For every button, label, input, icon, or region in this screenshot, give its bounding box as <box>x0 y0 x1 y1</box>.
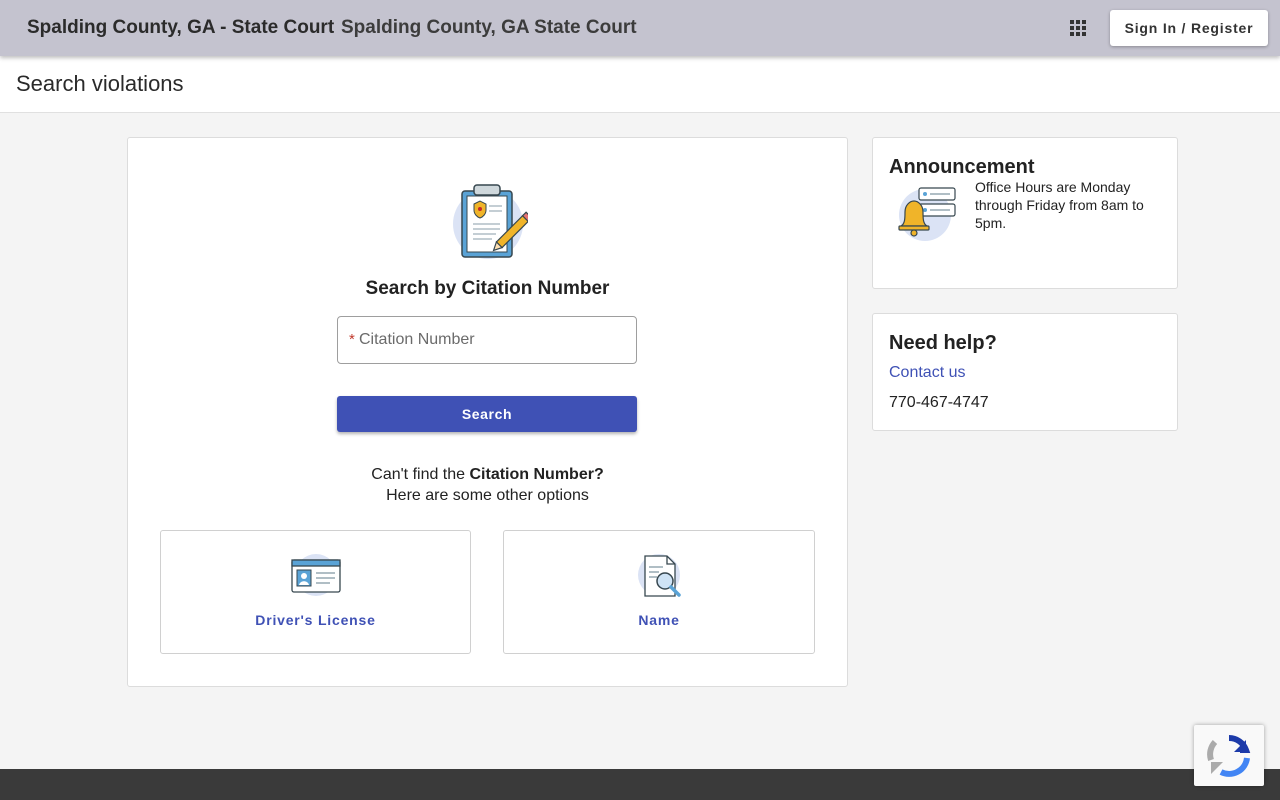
citation-number-field[interactable]: * <box>337 316 637 364</box>
agency-name: Spalding County, GA - State Court <box>27 17 335 38</box>
need-help-card: Need help? Contact us 770-467-4747 <box>872 313 1178 431</box>
drivers-license-label: Driver's License <box>255 612 376 628</box>
clipboard-citation-icon <box>452 182 533 264</box>
sign-in-register-button[interactable]: Sign In / Register <box>1110 10 1268 46</box>
top-app-bar: Spalding County, GA - State Court Spaldi… <box>0 0 1280 56</box>
phone-number: 770-467-4747 <box>889 394 989 411</box>
help-line-2: Here are some other options <box>386 487 589 504</box>
announcement-text: Office Hours are Monday through Friday f… <box>975 179 1144 231</box>
page-title: Search violations <box>16 71 184 96</box>
citation-search-card: Search by Citation Number * Search Can't… <box>127 137 848 687</box>
announcement-card: Announcement Office Hours are Monday thr… <box>872 137 1178 289</box>
search-by-name-option[interactable]: Name <box>503 530 815 654</box>
page-header: Search violations <box>0 56 1280 113</box>
announcement-title: Announcement <box>889 156 1035 178</box>
search-title: Search by Citation Number <box>365 278 610 299</box>
document-search-icon <box>638 554 681 597</box>
alternative-options-text: Can't find the Citation Number? Here are… <box>128 464 847 506</box>
recaptcha-badge[interactable] <box>1194 725 1264 786</box>
court-name: Spalding County, GA State Court <box>341 17 637 38</box>
help-prefix: Can't find the <box>371 466 470 483</box>
recaptcha-icon <box>1207 734 1251 777</box>
bell-notification-icon <box>895 184 957 244</box>
contact-us-link[interactable]: Contact us <box>889 364 965 382</box>
footer-bar <box>0 769 1280 800</box>
required-mark: * <box>349 331 355 348</box>
name-label: Name <box>638 612 680 628</box>
apps-grid-icon[interactable] <box>1066 16 1090 40</box>
search-by-drivers-license-option[interactable]: Driver's License <box>160 530 471 654</box>
id-card-icon <box>290 554 341 596</box>
citation-number-input[interactable] <box>359 317 629 363</box>
help-bold: Citation Number? <box>469 466 604 483</box>
search-button[interactable]: Search <box>337 396 637 432</box>
need-help-title: Need help? <box>889 332 997 354</box>
